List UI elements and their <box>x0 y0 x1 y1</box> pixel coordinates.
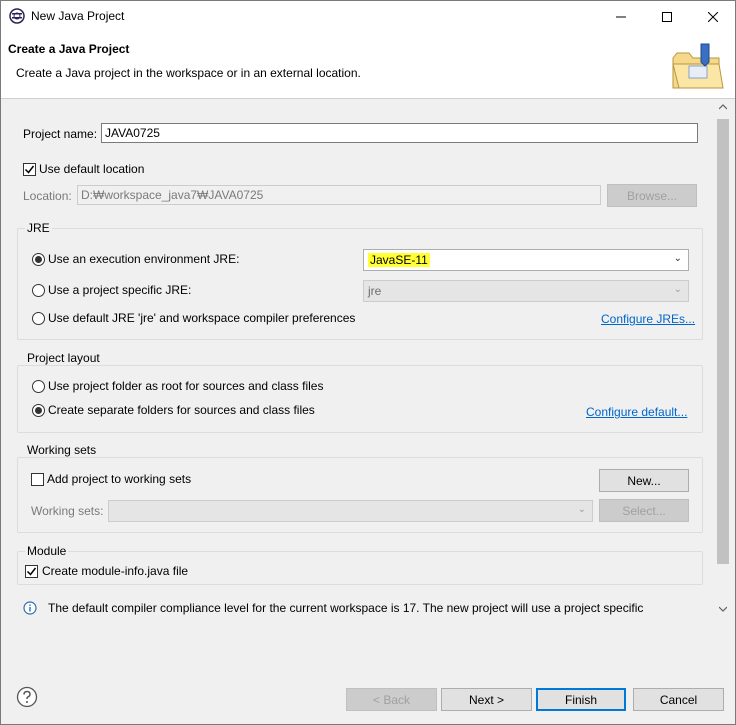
configure-jres-link[interactable]: Configure JREs... <box>601 312 695 326</box>
exec-env-value: JavaSE-11 <box>368 253 430 267</box>
chevron-down-icon: ⌄ <box>673 284 682 295</box>
maximize-icon <box>662 11 672 22</box>
back-button[interactable]: < Back <box>346 688 437 711</box>
exec-env-radio[interactable] <box>32 253 45 266</box>
check-icon <box>26 567 37 576</box>
module-group-title: Module <box>25 544 69 558</box>
close-button[interactable] <box>690 1 736 32</box>
help-icon[interactable] <box>16 686 38 708</box>
exec-env-label: Use an execution environment JRE: <box>48 252 240 266</box>
maximize-button[interactable] <box>644 1 690 32</box>
default-jre-radio[interactable] <box>32 312 45 325</box>
project-name-input[interactable]: JAVA0725 <box>101 123 698 143</box>
configure-default-link[interactable]: Configure default... <box>586 405 687 419</box>
working-sets-label: Working sets: <box>31 504 104 518</box>
exec-env-combo[interactable]: JavaSE-11 ⌄ <box>363 249 689 271</box>
minimize-icon <box>616 16 626 17</box>
add-to-working-sets-checkbox[interactable] <box>31 473 44 486</box>
root-folder-radio[interactable] <box>32 380 45 393</box>
separate-folders-radio[interactable] <box>32 404 45 417</box>
project-layout-group <box>17 365 703 433</box>
scroll-down-icon[interactable] <box>715 601 731 617</box>
add-to-working-sets-label: Add project to working sets <box>47 472 192 486</box>
wizard-footer: < Back Next > Finish Cancel <box>1 629 735 725</box>
project-name-label: Project name: <box>23 127 98 141</box>
java-project-folder-icon <box>669 42 727 94</box>
new-working-set-button[interactable]: New... <box>599 469 689 492</box>
minimize-button[interactable] <box>598 1 644 32</box>
chevron-down-icon: ⌄ <box>673 253 682 264</box>
working-sets-combo[interactable]: ⌄ <box>108 500 593 522</box>
scroll-up-icon[interactable] <box>715 99 731 115</box>
location-input[interactable]: D:₩workspace_java7₩JAVA0725 <box>77 185 601 205</box>
new-java-project-dialog: New Java Project Create a Java Project C… <box>0 0 736 725</box>
select-working-set-button[interactable]: Select... <box>599 499 689 522</box>
create-module-info-label: Create module-info.java file <box>42 564 189 578</box>
eclipse-icon <box>9 8 25 24</box>
create-module-info-checkbox[interactable] <box>25 565 38 578</box>
location-label: Location: <box>23 189 72 203</box>
working-sets-group-title: Working sets <box>25 443 99 457</box>
vertical-scrollbar[interactable] <box>715 99 731 621</box>
default-jre-label: Use default JRE 'jre' and workspace comp… <box>48 311 356 325</box>
chevron-down-icon: ⌄ <box>577 504 586 515</box>
finish-button[interactable]: Finish <box>536 688 626 711</box>
window-title: New Java Project <box>31 9 125 23</box>
info-icon <box>23 601 37 615</box>
scrollbar-thumb[interactable] <box>717 119 729 564</box>
title-bar: New Java Project <box>1 1 735 32</box>
wizard-content: Project name: JAVA0725 Use default locat… <box>1 99 735 629</box>
jre-group-title: JRE <box>25 221 52 235</box>
wizard-title: Create a Java Project <box>8 42 130 56</box>
root-folder-label: Use project folder as root for sources a… <box>48 379 324 393</box>
wizard-description: Create a Java project in the workspace o… <box>16 66 361 80</box>
project-layout-group-title: Project layout <box>25 351 102 365</box>
project-specific-jre-value: jre <box>368 284 382 298</box>
project-specific-jre-radio[interactable] <box>32 284 45 297</box>
check-icon <box>24 165 35 174</box>
use-default-location-checkbox[interactable] <box>23 163 36 176</box>
browse-button[interactable]: Browse... <box>607 184 697 207</box>
separate-folders-label: Create separate folders for sources and … <box>48 403 315 417</box>
use-default-location-label: Use default location <box>39 162 145 176</box>
wizard-header: Create a Java Project Create a Java proj… <box>1 32 735 99</box>
cancel-button[interactable]: Cancel <box>633 688 724 711</box>
info-message: The default compiler compliance level fo… <box>48 601 644 615</box>
close-icon <box>708 11 718 22</box>
project-specific-jre-combo[interactable]: jre ⌄ <box>363 280 689 302</box>
next-button[interactable]: Next > <box>441 688 532 711</box>
project-specific-jre-label: Use a project specific JRE: <box>48 283 192 297</box>
